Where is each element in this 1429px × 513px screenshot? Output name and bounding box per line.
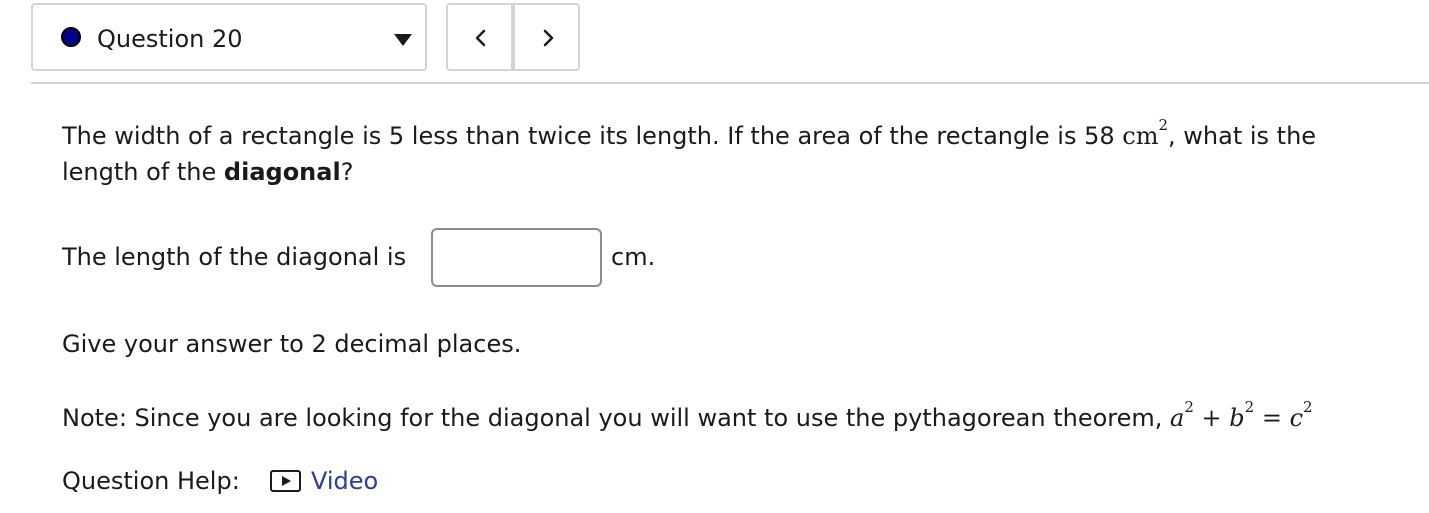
- pythagorean-formula: a2 + b2 = c2: [1170, 400, 1313, 433]
- question-text-part1: The width of a rectangle is 5 less than …: [62, 122, 1123, 150]
- caret-down-icon: [394, 34, 412, 46]
- chevron-left-icon: [475, 29, 486, 47]
- question-text-bold: diagonal: [223, 158, 341, 186]
- instructions-text: Give your answer to 2 decimal places.: [62, 330, 522, 358]
- question-help-label: Question Help:: [62, 467, 240, 495]
- note-line: Note: Since you are looking for the diag…: [62, 400, 1313, 436]
- question-text-part2: , what is the: [1168, 122, 1317, 150]
- area-unit: cm2: [1122, 118, 1168, 151]
- formula-plus: +: [1201, 404, 1222, 432]
- question-text-line2-suffix: ?: [340, 158, 354, 186]
- formula-equals: =: [1261, 404, 1282, 432]
- question-status-dot: [61, 27, 81, 47]
- next-question-button[interactable]: [513, 3, 580, 71]
- play-icon: [270, 470, 301, 492]
- area-unit-text: cm: [1122, 122, 1159, 150]
- question-text-line1: The width of a rectangle is 5 less than …: [62, 118, 1316, 154]
- previous-question-button[interactable]: [446, 3, 513, 71]
- note-text: Note: Since you are looking for the diag…: [62, 404, 1171, 432]
- video-help-link[interactable]: Video: [270, 463, 378, 499]
- formula-a-exp: 2: [1184, 398, 1194, 416]
- formula-b: b: [1229, 404, 1245, 432]
- formula-c: c: [1289, 404, 1304, 432]
- chevron-right-icon: [543, 29, 554, 47]
- question-text-line2-prefix: length of the: [62, 158, 224, 186]
- answer-input[interactable]: [431, 228, 602, 287]
- question-text-line2: length of the diagonal?: [62, 154, 353, 190]
- question-selector-label: Question 20: [97, 25, 243, 53]
- formula-b-exp: 2: [1244, 398, 1255, 416]
- formula-c-exp: 2: [1303, 398, 1313, 416]
- area-unit-exponent: 2: [1158, 116, 1169, 134]
- formula-a: a: [1170, 404, 1185, 432]
- question-selector[interactable]: Question 20: [31, 3, 427, 71]
- video-link-label: Video: [311, 467, 379, 495]
- answer-prompt: The length of the diagonal is: [62, 243, 407, 271]
- answer-units: cm.: [611, 243, 656, 271]
- header-divider: [31, 82, 1429, 84]
